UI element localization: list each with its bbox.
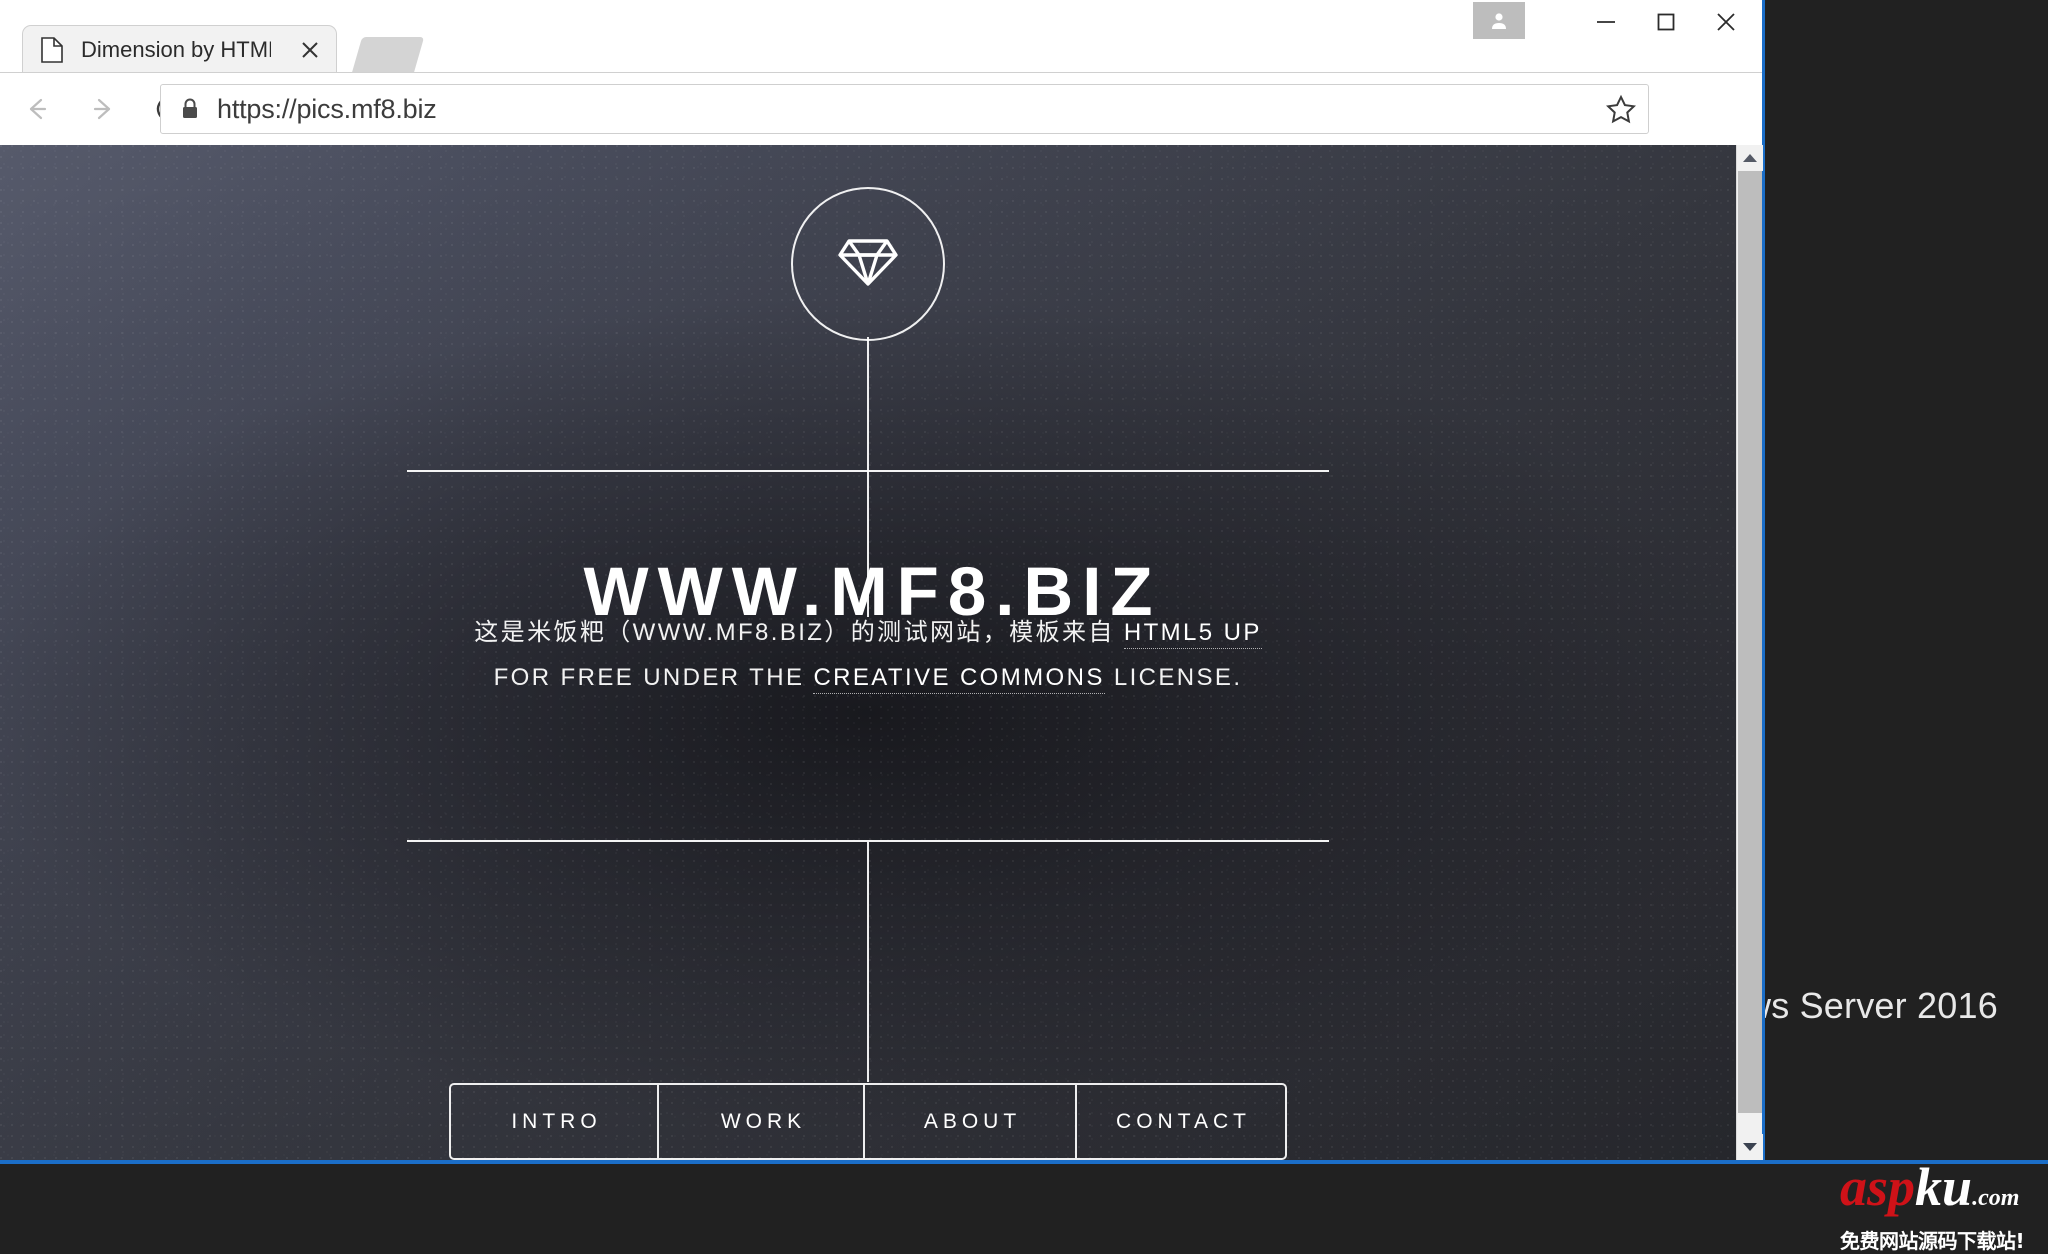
nav-item-about[interactable]: ABOUT [865, 1085, 1077, 1158]
page-icon [41, 37, 63, 63]
nav-item-work[interactable]: WORK [659, 1085, 865, 1158]
maximize-icon[interactable] [1636, 0, 1696, 44]
watermark-domain: .com [1972, 1185, 2019, 1211]
desktop-caption: ws Server 2016 [1745, 985, 1998, 1027]
description-line-2-pre: FOR FREE UNDER THE [494, 664, 814, 691]
logo-circle [791, 187, 945, 341]
page-viewport: WWW.MF8.BIZ 这是米饭粑（WWW.MF8.BIZ）的测试网站，模板来自… [0, 145, 1736, 1160]
site-watermark: aspku.com 免费网站源码下载站! [1840, 1162, 2040, 1254]
address-bar-url[interactable]: https://pics.mf8.biz [217, 94, 437, 125]
creative-commons-link[interactable]: CREATIVE COMMONS [813, 664, 1104, 694]
scrollbar-thumb[interactable] [1738, 171, 1762, 1113]
watermark-white-text: ku [1915, 1157, 1972, 1217]
browser-title-bar: Dimension by HTML5 U [0, 0, 1762, 73]
window-controls [1576, 0, 1756, 58]
chrome-browser-window: Dimension by HTML5 U [0, 0, 1765, 1163]
page-description: 这是米饭粑（WWW.MF8.BIZ）的测试网站，模板来自 HTML5 UP FO… [0, 610, 1736, 700]
description-line-2-post: LICENSE. [1105, 664, 1243, 691]
person-icon[interactable] [1473, 2, 1525, 39]
forward-arrow-icon[interactable] [74, 80, 132, 138]
html5up-link[interactable]: HTML5 UP [1124, 619, 1262, 649]
scroll-up-arrow-icon[interactable] [1737, 145, 1763, 171]
browser-toolbar: https://pics.mf8.biz [0, 73, 1762, 145]
new-tab-icon[interactable] [352, 37, 424, 73]
page-background: WWW.MF8.BIZ 这是米饭粑（WWW.MF8.BIZ）的测试网站，模板来自… [0, 145, 1736, 1160]
description-line-1: 这是米饭粑（WWW.MF8.BIZ）的测试网站，模板来自 HTML5 UP [0, 610, 1736, 655]
diamond-icon [837, 235, 899, 294]
lock-icon [179, 97, 201, 121]
back-arrow-icon[interactable] [8, 80, 66, 138]
hero-navigation: INTRO WORK ABOUT CONTACT [449, 1083, 1287, 1160]
close-icon[interactable] [1696, 0, 1756, 44]
nav-connector-line [867, 842, 869, 1082]
address-bar[interactable]: https://pics.mf8.biz [160, 84, 1649, 134]
description-line-2: FOR FREE UNDER THE CREATIVE COMMONS LICE… [0, 655, 1736, 700]
nav-item-contact[interactable]: CONTACT [1077, 1085, 1285, 1158]
divider-top [407, 470, 1329, 472]
scroll-down-arrow-icon[interactable] [1737, 1134, 1763, 1160]
tab-dimension-by-html5[interactable]: Dimension by HTML5 U [22, 25, 337, 73]
description-line-1-text: 这是米饭粑（WWW.MF8.BIZ）的测试网站，模板来自 [474, 619, 1124, 646]
star-icon[interactable] [1604, 93, 1638, 127]
close-icon[interactable] [298, 38, 322, 62]
hero-section: WWW.MF8.BIZ 这是米饭粑（WWW.MF8.BIZ）的测试网站，模板来自… [0, 145, 1736, 1160]
watermark-subtitle: 免费网站源码下载站! [1840, 1225, 2040, 1254]
minimize-icon[interactable] [1576, 0, 1636, 44]
vertical-scrollbar[interactable] [1736, 145, 1762, 1160]
watermark-red-text: asp [1840, 1157, 1915, 1217]
nav-item-intro[interactable]: INTRO [451, 1085, 659, 1158]
tab-title: Dimension by HTML5 U [81, 37, 271, 63]
